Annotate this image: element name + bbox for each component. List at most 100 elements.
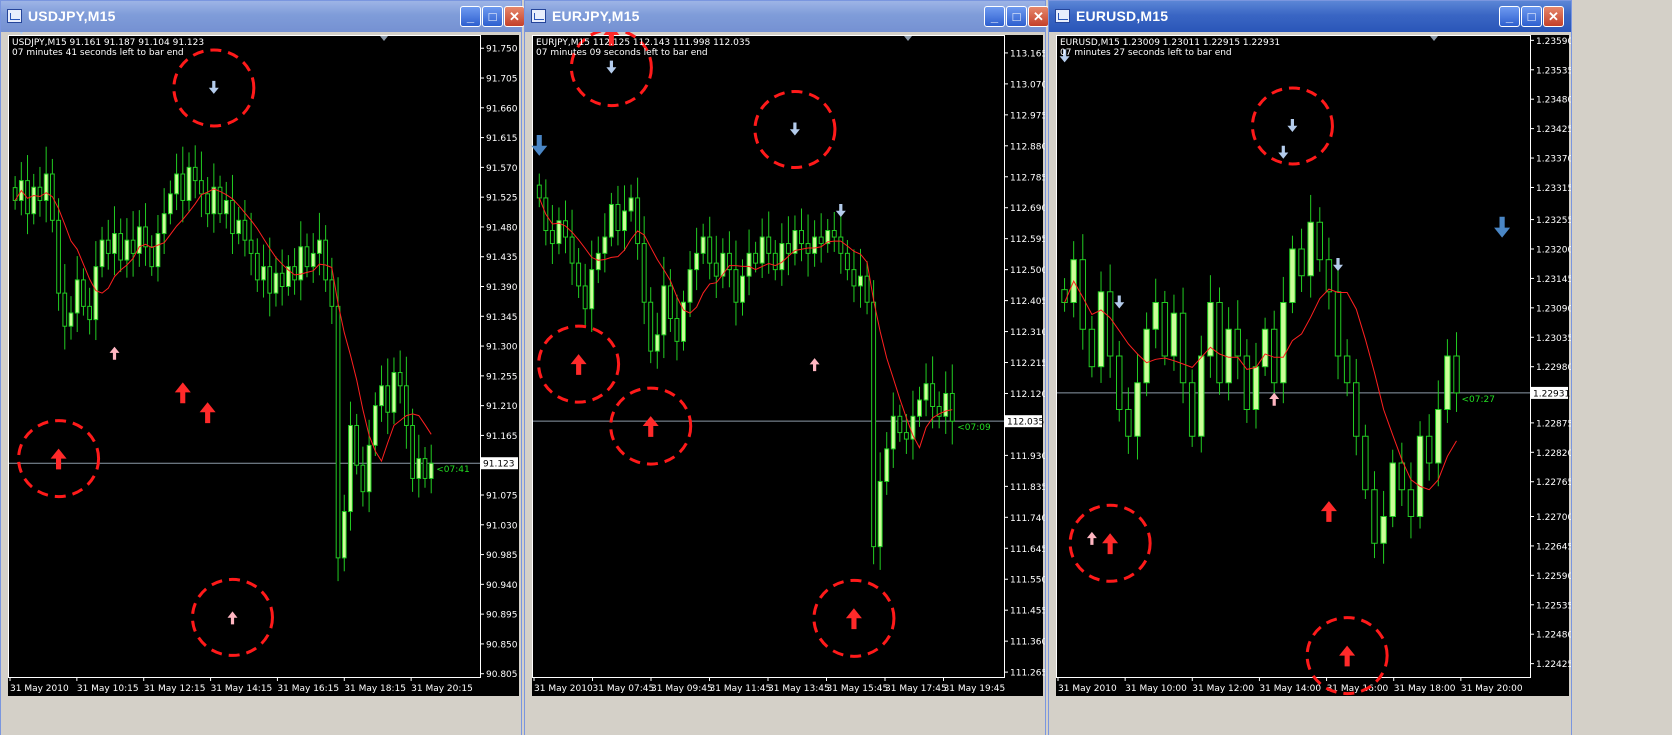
time-axis-label: 31 May 20:00 (1461, 684, 1523, 694)
price-axis-label: 1.23480 (1536, 96, 1571, 106)
bull-candle (211, 186, 217, 215)
eurusd-chart-window[interactable]: EURUSD,M15 _ □ ✕ 1.23590 1.23535 1.23480 1.… (1048, 0, 1572, 743)
bull-candle (31, 186, 37, 215)
window-title: EURJPY,M15 (552, 8, 640, 24)
window-title: USDJPY,M15 (28, 8, 116, 24)
bear-candle (1362, 435, 1369, 491)
bull-candle (310, 252, 316, 268)
bear-candle (831, 230, 837, 238)
price-axis-label: 1.22480 (1536, 631, 1571, 641)
close-button[interactable]: ✕ (504, 6, 525, 27)
bull-candle (348, 424, 353, 513)
bull-candle (273, 272, 279, 294)
status-strip (0, 735, 1672, 743)
bear-candle (903, 432, 909, 440)
minimize-button[interactable]: _ (1499, 6, 1520, 27)
bear-candle (254, 252, 260, 281)
bull-candle (759, 236, 765, 264)
bear-candle (772, 252, 778, 271)
bull-candle (261, 266, 266, 281)
price-axis-label: 1.23370 (1536, 155, 1571, 165)
bear-candle (549, 230, 555, 245)
bear-candle (563, 220, 568, 238)
bear-candle (1216, 302, 1223, 384)
window-title: EURUSD,M15 (1076, 8, 1169, 24)
price-axis-label: 91.210 (486, 402, 518, 412)
bear-candle (242, 219, 248, 241)
bear-candle (410, 424, 415, 479)
close-button[interactable]: ✕ (1028, 6, 1049, 27)
minimize-button[interactable]: _ (460, 6, 481, 27)
bull-candle (1389, 462, 1396, 517)
time-axis-label: 31 May 09:45 (651, 684, 713, 694)
bear-candle (864, 275, 870, 303)
chart-header-timer: 07 minutes 41 seconds left to bar end (12, 48, 184, 58)
bear-candle (335, 305, 341, 559)
bull-candle (168, 193, 173, 215)
bear-candle (1106, 291, 1114, 357)
bull-candle (1225, 328, 1232, 384)
price-axis-label: 112.975 (1010, 111, 1045, 121)
bear-candle (248, 239, 254, 254)
bear-candle (1453, 355, 1460, 394)
close-button[interactable]: ✕ (1543, 6, 1564, 27)
time-axis-label: 31 May 11:45 (710, 684, 772, 694)
bear-candle (1334, 291, 1342, 357)
window-titlebar[interactable]: USDJPY,M15 _ □ ✕ (1, 1, 525, 32)
bull-candle (1143, 328, 1150, 384)
bull-candle (1416, 435, 1424, 517)
time-axis-label: 31 May 2010 (1058, 684, 1117, 694)
price-axis-label: 111.550 (1010, 576, 1045, 586)
eurjpy-chart-window[interactable]: EURJPY,M15 _ □ ✕ 113.165 113.070 112.975 11… (524, 0, 1049, 743)
bull-candle (379, 385, 384, 407)
chart-header-quote: EURJPY,M15 112.125 112.143 111.998 112.0… (536, 38, 750, 48)
price-axis-label: 91.525 (486, 194, 518, 204)
price-axis-label: 1.23425 (1536, 125, 1571, 135)
bull-candle (687, 269, 693, 303)
bull-candle (93, 266, 99, 321)
maximize-button[interactable]: □ (1521, 6, 1542, 27)
bear-candle (81, 279, 86, 307)
maximize-button[interactable]: □ (1006, 6, 1027, 27)
bull-candle (654, 334, 660, 352)
eurjpy-chart[interactable]: 113.165 113.070 112.975 112.880 112.785 112.6… (525, 32, 1045, 736)
eurusd-chart[interactable]: 1.23590 1.23535 1.23480 1.23425 1.23370 1.233… (1049, 32, 1571, 736)
bear-candle (713, 262, 719, 277)
bull-candle (428, 462, 434, 479)
price-axis-label: 1.22535 (1536, 601, 1571, 611)
bull-candle (858, 275, 863, 287)
window-titlebar[interactable]: EURJPY,M15 _ □ ✕ (525, 1, 1049, 32)
bear-candle (397, 372, 403, 387)
price-axis-label: 90.805 (486, 670, 518, 680)
bear-candle (753, 252, 759, 264)
chart-header-timer: 07 minutes 09 seconds left to bar end (536, 48, 708, 58)
price-axis-label: 111.455 (1010, 607, 1045, 617)
usdjpy-chart-window[interactable]: USDJPY,M15 _ □ ✕ 91.750 91.705 91.660 91.61… (0, 0, 525, 743)
chart-background (532, 35, 1004, 696)
bull-candle (416, 458, 422, 479)
price-axis-label: 1.23035 (1536, 334, 1571, 344)
usdjpy-chart[interactable]: 91.750 91.705 91.660 91.615 91.570 91.525 91.4… (1, 32, 521, 736)
minimize-button[interactable]: _ (984, 6, 1005, 27)
time-axis-label: 31 May 15:45 (827, 684, 889, 694)
bull-candle (661, 285, 667, 336)
bear-candle (118, 233, 124, 261)
bull-candle (1444, 355, 1451, 410)
price-axis-label: 91.255 (486, 372, 518, 382)
bull-candle (99, 239, 105, 268)
bear-candle (130, 239, 136, 254)
window-titlebar[interactable]: EURUSD,M15 _ □ ✕ (1049, 1, 1571, 32)
bear-candle (180, 173, 186, 201)
price-axis-label: 113.165 (1010, 49, 1045, 59)
price-axis-label: 1.22700 (1536, 513, 1571, 523)
price-axis-label: 91.480 (486, 223, 518, 233)
bear-candle (1125, 409, 1132, 437)
bull-candle (236, 219, 242, 235)
bear-candle (615, 203, 621, 232)
bull-candle (700, 236, 706, 254)
bear-candle (569, 236, 575, 264)
bull-candle (884, 448, 890, 482)
maximize-button[interactable]: □ (482, 6, 503, 27)
price-axis-label: 112.405 (1010, 297, 1045, 307)
price-axis-label: 112.215 (1010, 359, 1045, 369)
